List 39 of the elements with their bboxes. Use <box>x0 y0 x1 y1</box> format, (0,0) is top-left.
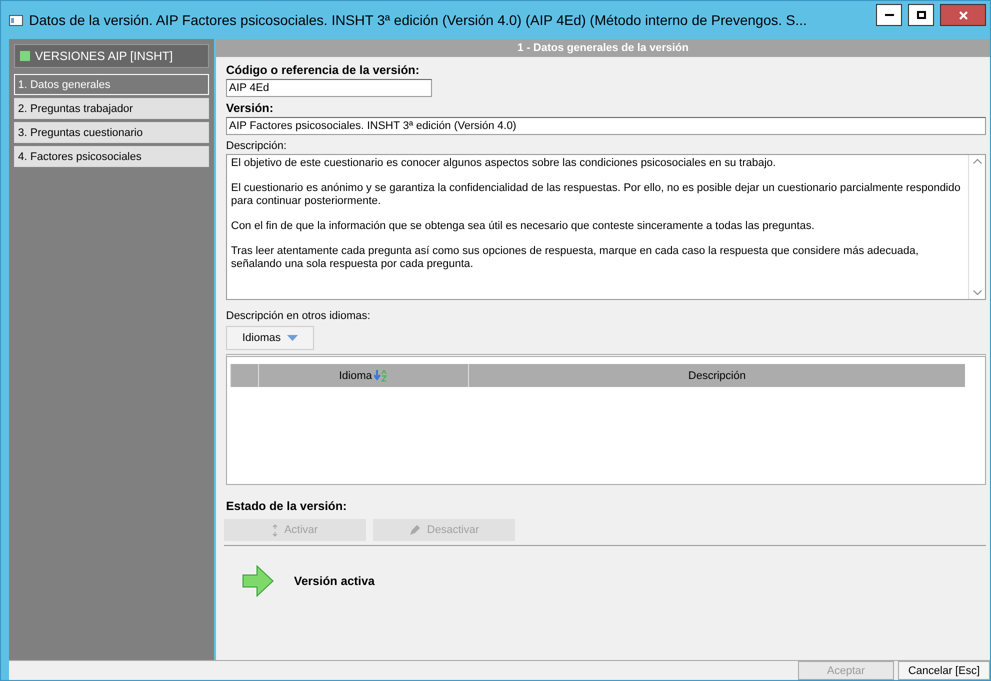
column-header[interactable]: Idioma <box>258 364 468 387</box>
sidebar-title: VERSIONES AIP [INSHT] <box>35 49 173 63</box>
status-text: Versión activa <box>294 574 375 588</box>
window-icon <box>9 14 23 26</box>
pencil-icon <box>409 524 422 536</box>
minimize-button[interactable] <box>876 4 902 26</box>
sidebar-item[interactable]: 2. Preguntas trabajador <box>14 98 209 119</box>
version-field[interactable]: AIP Factores psicosociales. INSHT 3ª edición (Versión 4.0) <box>226 117 986 135</box>
cancel-button[interactable]: Cancelar [Esc] <box>898 661 990 680</box>
maximize-icon <box>916 11 926 19</box>
maximize-button[interactable] <box>908 4 934 26</box>
description-paragraph: Tras leer atentamente cada pregunta así como sus opciones de respuesta, marque en cada caso la respuesta que considere más adecuada, señalando una sola respuesta por cada pregunta. <box>231 245 920 271</box>
languages-dropdown[interactable]: Idiomas <box>226 326 314 350</box>
section-label: Descripción en otros idiomas: <box>226 310 372 322</box>
column-header[interactable]: Descripción <box>468 364 965 387</box>
sidebar-item[interactable]: 1. Datos generales <box>14 74 209 95</box>
section-label: Estado de la versión: <box>226 499 348 513</box>
close-icon <box>958 10 968 20</box>
sidebar-item[interactable]: 4. Factores psicosociales <box>14 146 209 167</box>
sort-icon <box>374 370 388 382</box>
field-label: Código o referencia de la versión: <box>226 63 420 77</box>
field-label: Descripción: <box>226 140 288 152</box>
description-field[interactable] <box>226 154 986 300</box>
scroll-down-icon[interactable] <box>972 290 982 295</box>
scrollbar[interactable] <box>968 155 985 299</box>
description-paragraph: Con el fin de que la información que se obtenga sea útil es necesario que conteste sinceramente a todas las preguntas. <box>231 220 816 233</box>
caret-icon <box>286 335 298 341</box>
square-icon <box>20 51 30 61</box>
field-label: Versión: <box>226 101 274 115</box>
minimize-icon <box>884 14 894 16</box>
description-paragraph: El cuestionario es anónimo y se garantiza la confidencialidad de las respuestas. Por ello, no es posible dejar un cuestionario parcialmente respondido para continuar posteriormente. <box>231 182 962 208</box>
panel-title: 1 - Datos generales de la versión <box>216 39 990 57</box>
close-button[interactable] <box>940 4 986 26</box>
arrow-icon <box>242 565 274 597</box>
scroll-up-icon[interactable] <box>972 159 982 164</box>
sidebar-item[interactable]: 3. Preguntas cuestionario <box>14 122 209 143</box>
code-field[interactable]: AIP 4Ed <box>226 79 432 97</box>
description-paragraph: El objetivo de este cuestionario es conocer algunos aspectos sobre las condiciones psicosociales en su trabajo. <box>231 157 777 170</box>
window-title: Datos de la versión. AIP Factores psicosociales. INSHT 3ª edición (Versión 4.0) (AIP 4Ed) (Método interno de Prevengos. S... <box>29 12 808 28</box>
